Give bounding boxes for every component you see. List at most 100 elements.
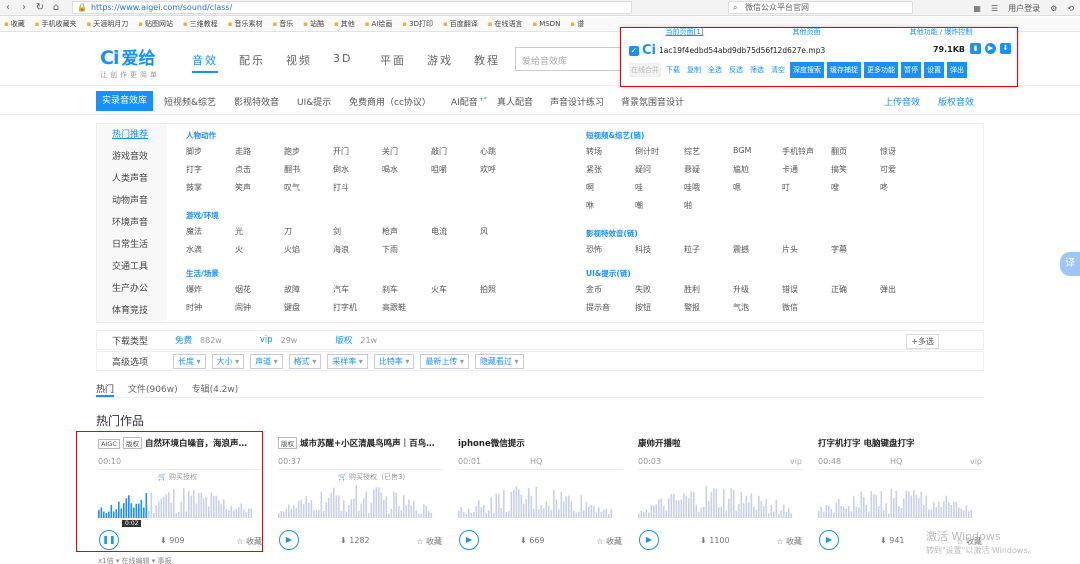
site-search-input[interactable]: 爱给音效库 xyxy=(515,47,625,71)
category-tag[interactable]: 手机铃声 xyxy=(782,146,831,164)
panel-button[interactable]: 复制 xyxy=(685,63,703,77)
category-tag[interactable]: 提示音 xyxy=(586,302,635,320)
waveform[interactable] xyxy=(818,478,976,518)
category-tag[interactable]: 警报 xyxy=(684,302,733,320)
category-item[interactable]: 热门推荐 xyxy=(97,124,167,146)
category-tag[interactable]: 烟花 xyxy=(235,284,284,302)
advanced-dropdown[interactable]: 声道 xyxy=(250,353,283,369)
category-tag[interactable]: 哇哦 xyxy=(684,182,733,200)
bookmark-item[interactable]: 贴图网站 xyxy=(138,19,173,29)
nav-item[interactable]: 教程 xyxy=(474,52,521,68)
address-bar[interactable]: 🔒 https://www.aigei.com/sound/class/ xyxy=(72,1,632,14)
download-icon[interactable]: ⬇ xyxy=(1000,43,1011,54)
panel-button[interactable]: 在线合并 xyxy=(629,63,661,77)
card-title[interactable]: iphone微信提示 xyxy=(458,437,623,449)
category-item[interactable]: 体育竞技 xyxy=(97,300,167,322)
category-group-title[interactable]: 影视特效音(链) xyxy=(586,228,880,239)
category-tag[interactable]: 翻页 xyxy=(831,146,880,164)
download-type-option[interactable]: 免费 xyxy=(175,334,192,346)
nav-item[interactable]: 游戏 xyxy=(427,52,474,68)
category-tag[interactable]: 键盘 xyxy=(284,302,333,320)
category-tag[interactable]: 拍照 xyxy=(480,284,529,302)
play-button[interactable]: ▶ xyxy=(459,530,479,550)
category-tag[interactable]: 正确 xyxy=(831,284,880,302)
translate-side-tab[interactable]: 译 xyxy=(1060,252,1080,276)
category-group-title[interactable]: 短视频&综艺(链) xyxy=(586,130,929,141)
favorite-button[interactable]: ☆ 收藏 xyxy=(416,536,442,547)
bookmark-item[interactable]: 在线语言 xyxy=(488,19,522,29)
category-tag[interactable]: 惊讶 xyxy=(880,146,929,164)
category-tag[interactable]: 刹车 xyxy=(382,284,431,302)
advanced-dropdown[interactable]: 比特率 xyxy=(373,353,415,369)
category-tag[interactable]: 科技 xyxy=(635,244,684,262)
category-group-title[interactable]: 生活/场景 xyxy=(186,268,529,279)
category-tag[interactable]: 搞笑 xyxy=(831,164,880,182)
home-icon[interactable]: ⌂ xyxy=(48,2,64,13)
category-tag[interactable]: 下雨 xyxy=(382,244,431,262)
download-panel-tab[interactable]: 当前页面[1] xyxy=(666,28,704,37)
category-tag[interactable]: 笑声 xyxy=(235,182,284,200)
download-count[interactable]: ⬇ 669 xyxy=(520,536,545,545)
result-tab[interactable]: 文件(906w) xyxy=(128,382,178,397)
category-tag[interactable]: 心跳 xyxy=(480,146,529,164)
download-count[interactable]: ⬇ 1100 xyxy=(700,536,730,545)
category-tag[interactable]: 倒计时 xyxy=(635,146,684,164)
bookmark-item[interactable]: AI绘画 xyxy=(365,19,393,29)
settings-icon[interactable]: ⚙ xyxy=(1050,4,1057,13)
bookmark-item[interactable]: MSDN xyxy=(532,20,560,28)
panel-button[interactable]: 清空 xyxy=(769,63,787,77)
category-tag[interactable]: 高跟鞋 xyxy=(382,302,431,320)
panel-action-button[interactable]: 弹出 xyxy=(947,62,967,78)
result-tab[interactable]: 热门 xyxy=(96,382,115,397)
download-count[interactable]: ⬇ 1282 xyxy=(340,536,370,545)
category-tag[interactable]: 咚 xyxy=(880,182,929,200)
category-tag[interactable]: 欢呼 xyxy=(480,164,529,182)
bookmark-item[interactable]: 百度翻译 xyxy=(443,19,478,29)
category-tag[interactable]: 开门 xyxy=(333,146,382,164)
advanced-dropdown[interactable]: 隐藏看过 xyxy=(474,353,524,369)
download-type-option[interactable]: 版权 xyxy=(335,334,352,346)
nav-item[interactable]: 平面 xyxy=(380,52,427,68)
category-tag[interactable]: 按钮 xyxy=(635,302,684,320)
undo-icon[interactable]: ⟲ xyxy=(1067,4,1074,13)
category-item[interactable]: 环境声音 xyxy=(97,212,167,234)
category-tag[interactable]: 弹出 xyxy=(880,284,929,302)
bookmark-item[interactable]: 收藏 xyxy=(4,19,25,29)
category-tag[interactable]: 跑步 xyxy=(284,146,333,164)
subnav-item[interactable]: AI配音+* xyxy=(451,95,487,108)
panel-action-button[interactable]: 暂停 xyxy=(901,62,921,78)
subnav-item[interactable]: 影视特效音 xyxy=(234,95,279,108)
bookmark-item[interactable]: 谱 xyxy=(570,19,584,29)
subnav-right-link[interactable]: 上传音效 xyxy=(884,95,920,108)
category-tag[interactable]: 叹气 xyxy=(284,182,333,200)
file-checkbox[interactable]: ✓ xyxy=(629,45,639,56)
category-tag[interactable]: 倒水 xyxy=(333,164,382,182)
category-tag[interactable]: 打斗 xyxy=(333,182,382,200)
audio-card[interactable]: iphone微信提示 00:01 HQ ▶ ⬇ 669 ☆ 收藏 xyxy=(454,433,627,558)
category-tag[interactable]: 转场 xyxy=(586,146,635,164)
subnav-item[interactable]: 真人配音 xyxy=(497,95,533,108)
bookmark-item[interactable]: 天涯明月刀 xyxy=(87,19,128,29)
category-tag[interactable]: 微信 xyxy=(782,302,831,320)
category-tag[interactable]: 粒子 xyxy=(684,244,733,262)
category-group-title[interactable]: UI&提示(链) xyxy=(586,268,929,279)
site-logo[interactable]: Ci 爱给 让创作更简单 xyxy=(100,44,160,80)
favorite-button[interactable]: ☆ 收藏 xyxy=(776,536,802,547)
category-tag[interactable]: 悬疑 xyxy=(684,164,733,182)
subnav-right-link[interactable]: 版权音效 xyxy=(938,95,974,108)
category-tag[interactable]: 火车 xyxy=(431,284,480,302)
category-item[interactable]: 动物声音 xyxy=(97,190,167,212)
category-tag[interactable]: 紧张 xyxy=(586,164,635,182)
panel-action-button[interactable]: 缓存捕捉 xyxy=(827,62,861,78)
category-tag[interactable]: 嗯 xyxy=(733,182,782,200)
panel-action-button[interactable]: 更多功能 xyxy=(864,62,898,78)
back-icon[interactable]: ‹ xyxy=(0,2,16,13)
category-tag[interactable]: 打字 xyxy=(186,164,235,182)
bookmark-item[interactable]: 音乐 xyxy=(273,19,293,29)
advanced-dropdown[interactable]: 大小 xyxy=(211,353,245,369)
menu-icon[interactable]: ☰ xyxy=(991,4,998,13)
category-tag[interactable]: 火焰 xyxy=(284,244,333,262)
waveform[interactable] xyxy=(638,478,796,518)
category-tag[interactable]: 风 xyxy=(480,226,529,244)
panel-action-button[interactable]: 深度搜索 xyxy=(790,62,824,78)
